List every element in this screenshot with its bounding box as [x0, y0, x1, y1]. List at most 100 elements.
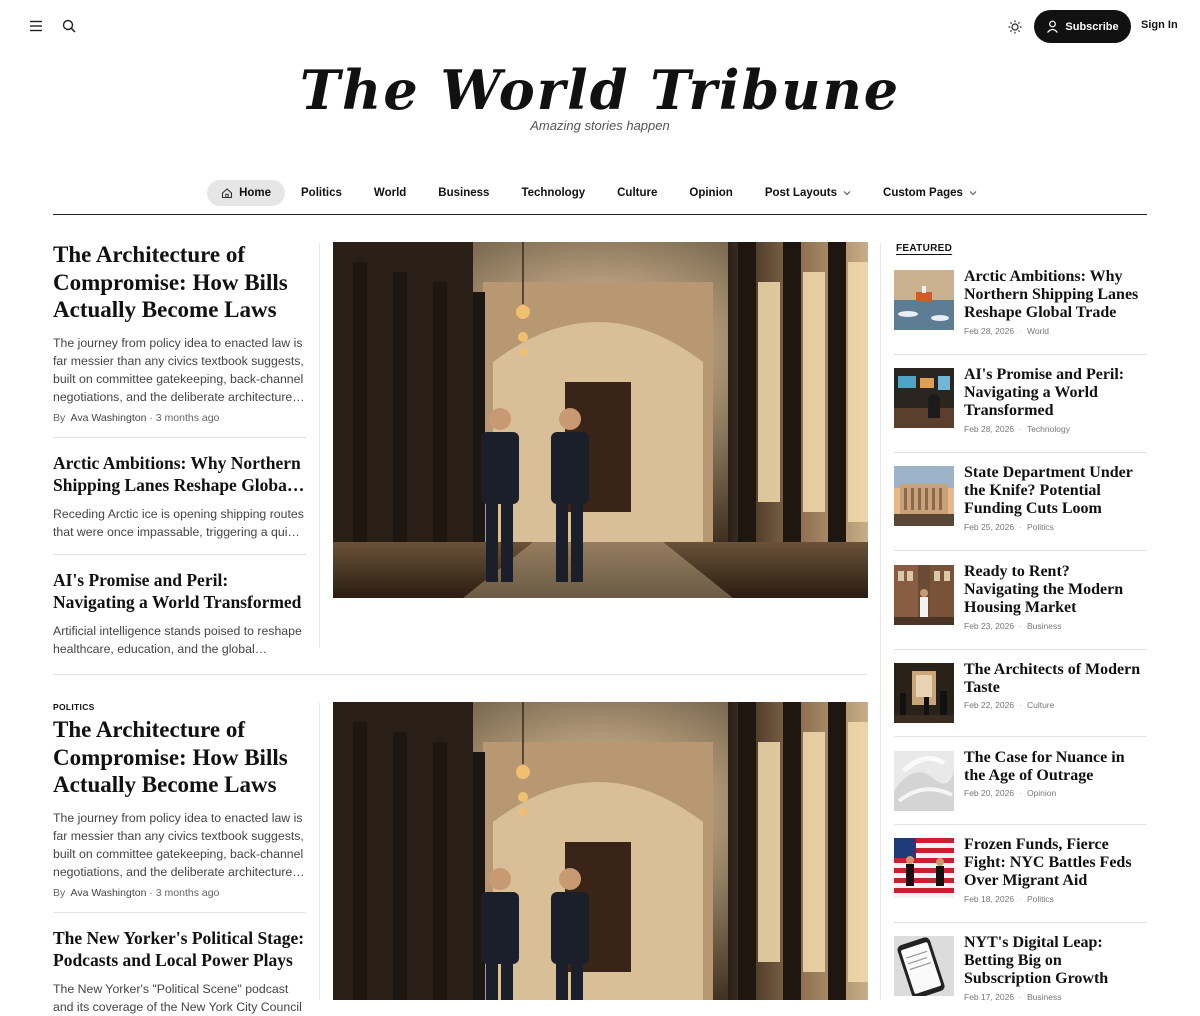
featured-category[interactable]: Politics — [1027, 894, 1054, 904]
user-icon — [1047, 20, 1059, 33]
search-icon[interactable] — [57, 14, 81, 38]
subscribe-button[interactable]: Subscribe — [1034, 10, 1131, 43]
divider — [53, 911, 306, 913]
featured-title[interactable]: State Department Under the Knife? Potent… — [964, 464, 1147, 519]
nav-custom-pages-label: Custom Pages — [883, 187, 963, 199]
byline-prefix: By — [53, 411, 66, 424]
article-excerpt: Artificial intelligence stands poised to… — [53, 623, 302, 656]
lead-article-byline: By Ava Washington · 3 months ago — [53, 887, 306, 899]
article-title[interactable]: The New Yorker's Political Stage: Podcas… — [53, 927, 306, 972]
featured-item: The Architects of Modern Taste Feb 22, 2… — [894, 661, 1147, 723]
divider — [894, 922, 1147, 923]
lead-article-title[interactable]: The Architecture of Compromise: How Bill… — [53, 716, 306, 799]
featured-thumbnail[interactable] — [894, 838, 954, 898]
nav-post-layouts[interactable]: Post Layouts — [749, 180, 867, 206]
divider — [53, 436, 306, 438]
featured-item: State Department Under the Knife? Potent… — [894, 464, 1147, 532]
nav-culture[interactable]: Culture — [601, 180, 673, 206]
featured-item: Ready to Rent? Navigating the Modern Hou… — [894, 563, 1147, 631]
category-label[interactable]: POLITICS — [53, 702, 306, 712]
nav-home[interactable]: Home — [207, 180, 286, 206]
byline-time: · 3 months ago — [149, 411, 220, 424]
featured-meta: Feb 17, 2026 · Business — [964, 991, 1062, 1002]
featured-thumbnail[interactable] — [894, 466, 954, 526]
nav-custom-pages[interactable]: Custom Pages — [867, 180, 993, 206]
featured-category[interactable]: Culture — [1027, 700, 1054, 710]
divider — [894, 649, 1147, 650]
featured-category[interactable]: Opinion — [1027, 788, 1056, 798]
featured-meta: Feb 18, 2026 · Politics — [964, 893, 1054, 904]
top-stories-list: The Architecture of Compromise: How Bill… — [53, 241, 306, 658]
politics-section: POLITICS The Architecture of Compromise:… — [53, 702, 306, 1016]
nav-home-label: Home — [239, 187, 272, 199]
featured-title[interactable]: The Architects of Modern Taste — [964, 661, 1147, 697]
featured-meta: Feb 25, 2026 · Politics — [964, 521, 1054, 532]
lead-article-title[interactable]: The Architecture of Compromise: How Bill… — [53, 241, 306, 324]
featured-thumbnail[interactable] — [894, 565, 954, 625]
top-bar: Subscribe Sign In — [0, 0, 1200, 52]
chevron-down-icon — [969, 191, 977, 196]
nav-opinion[interactable]: Opinion — [673, 180, 748, 206]
featured-item: Arctic Ambitions: Why Northern Shipping … — [894, 268, 1147, 336]
lead-article-image[interactable] — [333, 702, 868, 1000]
article-excerpt: Receding Arctic ice is opening shipping … — [53, 506, 304, 539]
featured-meta: Feb 20, 2026 · Opinion — [964, 788, 1057, 799]
featured-date: Feb 18, 2026 — [964, 893, 1015, 904]
sign-in-link[interactable]: Sign In — [1141, 19, 1178, 31]
featured-category[interactable]: Business — [1027, 621, 1062, 631]
featured-thumbnail[interactable] — [894, 663, 954, 723]
nav-post-layouts-label: Post Layouts — [764, 187, 838, 199]
featured-item: The Case for Nuance in the Age of Outrag… — [894, 749, 1147, 811]
featured-title[interactable]: The Case for Nuance in the Age of Outrag… — [964, 749, 1147, 785]
lead-article-excerpt: The journey from policy idea to enacted … — [53, 335, 306, 404]
article-title[interactable]: AI's Promise and Peril: Navigating a Wor… — [53, 569, 306, 614]
featured-thumbnail[interactable] — [894, 751, 954, 811]
featured-title[interactable]: AI's Promise and Peril: Navigating a Wor… — [964, 366, 1147, 421]
featured-thumbnail[interactable] — [894, 270, 954, 330]
column-divider — [319, 243, 320, 648]
nav-business[interactable]: Business — [422, 180, 505, 206]
nav-divider — [53, 214, 1147, 215]
main-nav: Home Politics World Business Technology … — [0, 180, 1200, 206]
lead-article-image[interactable] — [333, 242, 868, 598]
article-excerpt: The New Yorker's "Political Scene" podca… — [53, 981, 302, 1014]
divider — [894, 354, 1147, 355]
lead-article-byline: By Ava Washington · 3 months ago — [53, 412, 306, 424]
divider — [894, 550, 1147, 551]
featured-category[interactable]: Technology — [1027, 424, 1070, 434]
featured-meta: Feb 22, 2026 · Culture — [964, 700, 1055, 711]
nav-world[interactable]: World — [358, 180, 422, 206]
featured-category[interactable]: Politics — [1027, 522, 1054, 532]
featured-title[interactable]: NYT's Digital Leap: Betting Big on Subsc… — [964, 934, 1147, 989]
featured-thumbnail[interactable] — [894, 368, 954, 428]
author-link[interactable]: Ava Washington — [71, 412, 147, 424]
nav-politics[interactable]: Politics — [285, 180, 358, 206]
featured-date: Feb 28, 2026 — [964, 423, 1015, 434]
featured-date: Feb 22, 2026 — [964, 700, 1015, 711]
site-logo-title[interactable]: The World Tribune — [0, 58, 1200, 122]
featured-date: Feb 25, 2026 — [964, 521, 1015, 532]
subscribe-label: Subscribe — [1065, 20, 1119, 33]
article-title[interactable]: Arctic Ambitions: Why Northern Shipping … — [53, 452, 306, 497]
column-divider — [319, 703, 320, 1000]
chevron-down-icon — [843, 191, 851, 196]
featured-thumbnail[interactable] — [894, 936, 954, 996]
featured-date: Feb 20, 2026 — [964, 788, 1015, 799]
site-tagline: Amazing stories happen — [530, 118, 670, 133]
featured-title[interactable]: Ready to Rent? Navigating the Modern Hou… — [964, 563, 1147, 618]
divider — [894, 824, 1147, 825]
divider — [894, 452, 1147, 453]
featured-category[interactable]: World — [1027, 326, 1049, 336]
featured-meta: Feb 28, 2026 · Technology — [964, 423, 1070, 434]
featured-meta: Feb 28, 2026 · World — [964, 325, 1049, 336]
author-link[interactable]: Ava Washington — [71, 887, 147, 899]
nav-technology[interactable]: Technology — [505, 180, 601, 206]
featured-category[interactable]: Business — [1027, 992, 1062, 1002]
sidebar-divider — [880, 243, 881, 1000]
featured-title[interactable]: Arctic Ambitions: Why Northern Shipping … — [964, 268, 1147, 323]
featured-title[interactable]: Frozen Funds, Fierce Fight: NYC Battles … — [964, 836, 1147, 891]
menu-icon[interactable] — [24, 14, 48, 38]
sun-icon[interactable] — [1003, 15, 1027, 39]
divider — [894, 736, 1147, 737]
featured-meta: Feb 23, 2026 · Business — [964, 620, 1062, 631]
